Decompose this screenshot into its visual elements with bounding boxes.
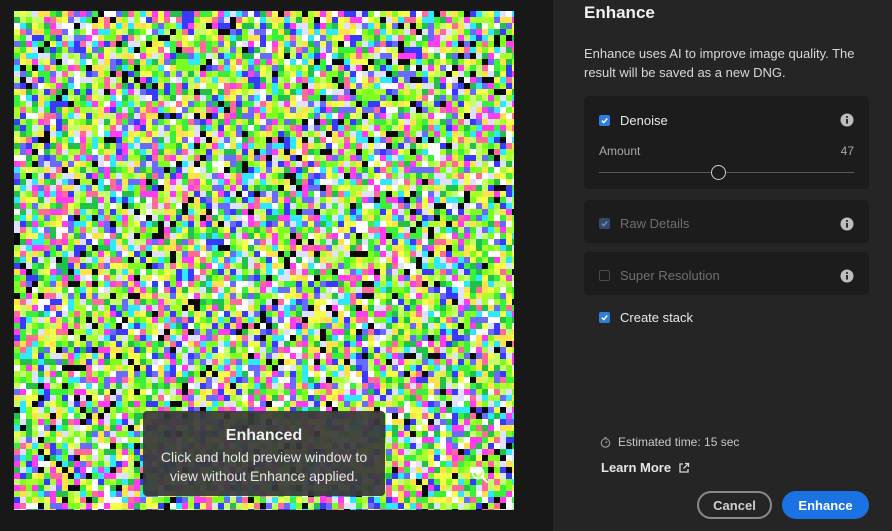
super-resolution-row: Super Resolution bbox=[599, 268, 720, 283]
check-icon bbox=[601, 118, 608, 124]
info-icon[interactable] bbox=[840, 269, 854, 283]
info-icon[interactable] bbox=[840, 217, 854, 231]
zoom-in-icon[interactable] bbox=[470, 465, 490, 485]
enhance-button[interactable]: Enhance bbox=[782, 491, 869, 519]
amount-label: Amount bbox=[599, 144, 641, 158]
learn-more-link[interactable]: Learn More bbox=[601, 460, 690, 475]
tooltip-body: Click and hold preview window to view wi… bbox=[160, 449, 368, 484]
super-resolution-label: Super Resolution bbox=[620, 268, 720, 283]
super-resolution-checkbox bbox=[599, 270, 610, 281]
denoise-card: Denoise Amount 47 bbox=[584, 96, 869, 189]
super-resolution-card: Super Resolution bbox=[584, 252, 869, 295]
denoise-row[interactable]: Denoise bbox=[599, 113, 668, 128]
denoise-checkbox[interactable] bbox=[599, 115, 610, 126]
panel-description: Enhance uses AI to improve image quality… bbox=[584, 46, 855, 80]
raw-details-label: Raw Details bbox=[620, 216, 690, 231]
panel-title: Enhance bbox=[584, 3, 655, 22]
external-link-icon bbox=[679, 462, 690, 473]
raw-details-checkbox bbox=[599, 218, 610, 229]
stopwatch-icon bbox=[600, 436, 611, 448]
create-stack-label: Create stack bbox=[620, 310, 693, 325]
tooltip-title: Enhanced bbox=[225, 427, 303, 444]
amount-value: 47 bbox=[840, 144, 854, 158]
enhance-panel: Enhance Enhance uses AI to improve image… bbox=[553, 0, 892, 531]
raw-details-card: Raw Details bbox=[584, 200, 869, 243]
estimated-time-text: Estimated time: 15 sec bbox=[618, 435, 740, 449]
create-stack-row[interactable]: Create stack bbox=[599, 310, 693, 325]
estimated-time: Estimated time: 15 sec bbox=[600, 435, 739, 449]
amount-slider-thumb[interactable] bbox=[711, 165, 727, 180]
cancel-button[interactable]: Cancel bbox=[697, 491, 772, 519]
amount-slider-track[interactable] bbox=[599, 172, 854, 173]
denoise-label: Denoise bbox=[620, 113, 668, 128]
check-icon bbox=[601, 221, 608, 227]
create-stack-checkbox[interactable] bbox=[599, 312, 610, 323]
enhanced-tooltip: Enhanced Click and hold preview window t… bbox=[143, 411, 385, 496]
raw-details-row: Raw Details bbox=[599, 216, 689, 231]
learn-more-label: Learn More bbox=[601, 460, 672, 475]
check-icon bbox=[601, 315, 608, 321]
preview-area: Enhanced Click and hold preview window t… bbox=[0, 0, 553, 531]
info-icon[interactable] bbox=[840, 113, 854, 127]
